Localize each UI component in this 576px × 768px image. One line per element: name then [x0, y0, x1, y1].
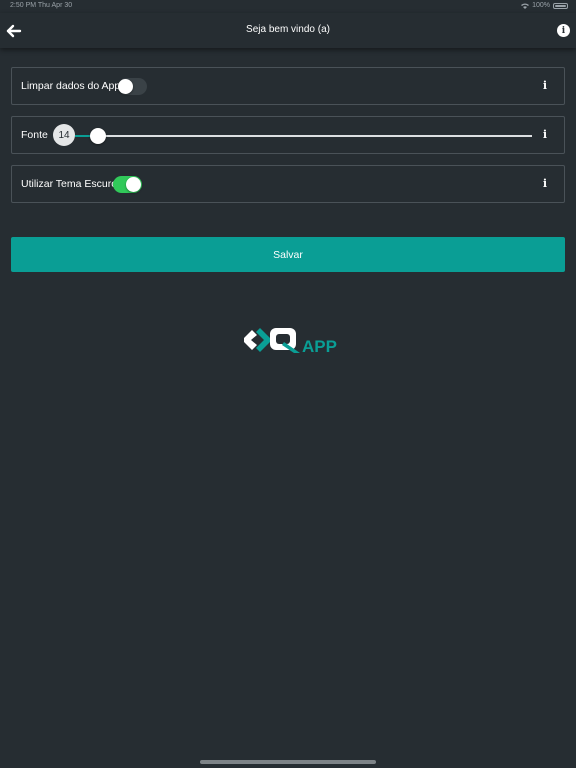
- link-chain-icon: APP: [244, 328, 337, 356]
- battery-percent: 100%: [532, 2, 550, 9]
- info-circle-icon[interactable]: i: [557, 24, 570, 37]
- settings-screen: 2:50 PM Thu Apr 30 100% Seja bem vindo (…: [0, 0, 576, 768]
- toggle-knob: [118, 79, 133, 94]
- clear-data-setting: Limpar dados do App i: [11, 67, 565, 105]
- status-time: 2:50 PM Thu Apr 30: [10, 2, 73, 9]
- slider-thumb[interactable]: [90, 128, 106, 144]
- status-indicators: 100%: [521, 2, 568, 9]
- battery-icon: [553, 2, 568, 9]
- font-size-value: 14: [53, 124, 75, 146]
- toggle-knob: [126, 177, 141, 192]
- info-icon[interactable]: i: [540, 128, 550, 142]
- font-size-slider[interactable]: [75, 128, 532, 144]
- wifi-icon: [521, 3, 530, 9]
- page-title: Seja bem vindo (a): [246, 24, 330, 35]
- dark-theme-setting: Utilizar Tema Escuro i: [11, 165, 565, 203]
- home-indicator[interactable]: [200, 760, 376, 764]
- navigation-bar: Seja bem vindo (a) i: [0, 13, 576, 48]
- clear-data-label: Limpar dados do App: [21, 80, 121, 92]
- status-bar: 2:50 PM Thu Apr 30 100%: [0, 0, 576, 13]
- clear-data-toggle[interactable]: [118, 78, 147, 95]
- dark-theme-label: Utilizar Tema Escuro: [21, 178, 118, 190]
- font-label: Fonte: [21, 129, 48, 141]
- info-icon[interactable]: i: [540, 177, 550, 191]
- info-icon[interactable]: i: [540, 79, 550, 93]
- logo-text: APP: [302, 337, 337, 356]
- dark-theme-toggle[interactable]: [113, 176, 142, 193]
- save-button[interactable]: Salvar: [11, 237, 565, 272]
- font-size-setting: Fonte 14 i: [11, 116, 565, 154]
- app-logo: APP: [240, 326, 338, 356]
